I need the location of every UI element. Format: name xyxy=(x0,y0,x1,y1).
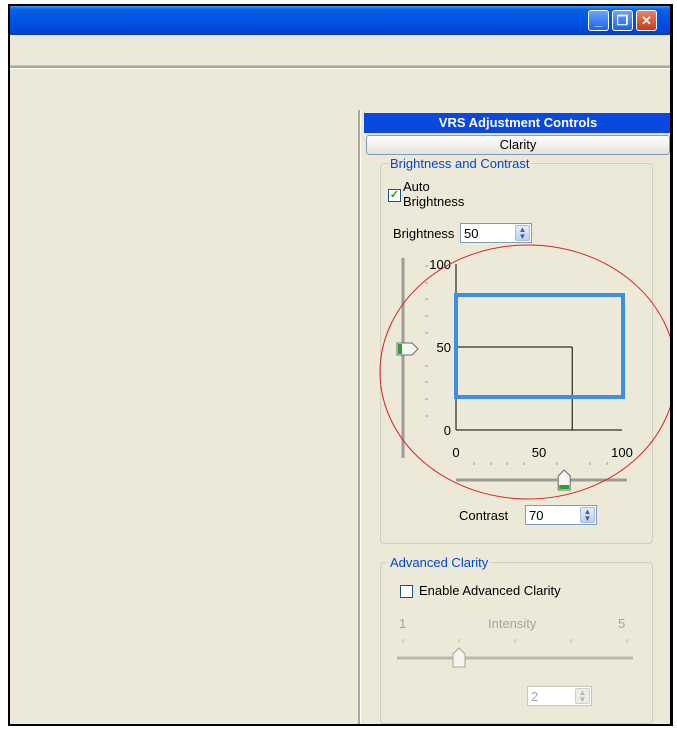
brightness-slider-thumb[interactable] xyxy=(396,342,419,356)
contrast-slider-ticks xyxy=(473,462,608,465)
enable-advanced-clarity-label: Enable Advanced Clarity xyxy=(419,583,561,598)
intensity-max-label: 5 xyxy=(618,616,626,631)
highlight-box xyxy=(454,293,625,399)
contrast-label: Contrast xyxy=(459,508,509,523)
graph-x-tick-labels: 0 50 100 xyxy=(452,445,632,460)
graph-x-tick-label: 50 xyxy=(532,445,546,460)
intensity-spinner: 2 ▲ ▼ xyxy=(527,686,592,706)
graph-x-tick-label: 100 xyxy=(611,445,633,460)
application-window: _ ❐ ✕ VRS Adjustment Controls Clarity Br… xyxy=(8,4,673,726)
enable-advanced-clarity-checkbox[interactable] xyxy=(400,585,413,598)
contrast-spinner[interactable]: 70 ▲ ▼ xyxy=(525,505,597,525)
graph-y-tick-label: 50 xyxy=(437,340,451,355)
annotation-circle xyxy=(379,244,670,500)
intensity-min-label: 1 xyxy=(399,616,407,631)
intensity-label: Intensity xyxy=(488,616,537,631)
contrast-slider-thumb[interactable] xyxy=(557,469,571,491)
graph-y-tick-label: 0 xyxy=(444,423,451,438)
advanced-clarity-title: Advanced Clarity xyxy=(388,555,491,570)
spinner-arrows-icon: ▲ ▼ xyxy=(575,688,590,704)
brightness-slider-ticks xyxy=(425,265,428,417)
spinner-arrows-icon[interactable]: ▲ ▼ xyxy=(580,507,595,523)
graph-x-tick-label: 0 xyxy=(452,445,459,460)
graph-y-tick-labels: 100500 xyxy=(429,257,451,438)
intensity-value: 2 xyxy=(531,689,539,704)
contrast-value: 70 xyxy=(529,508,544,523)
